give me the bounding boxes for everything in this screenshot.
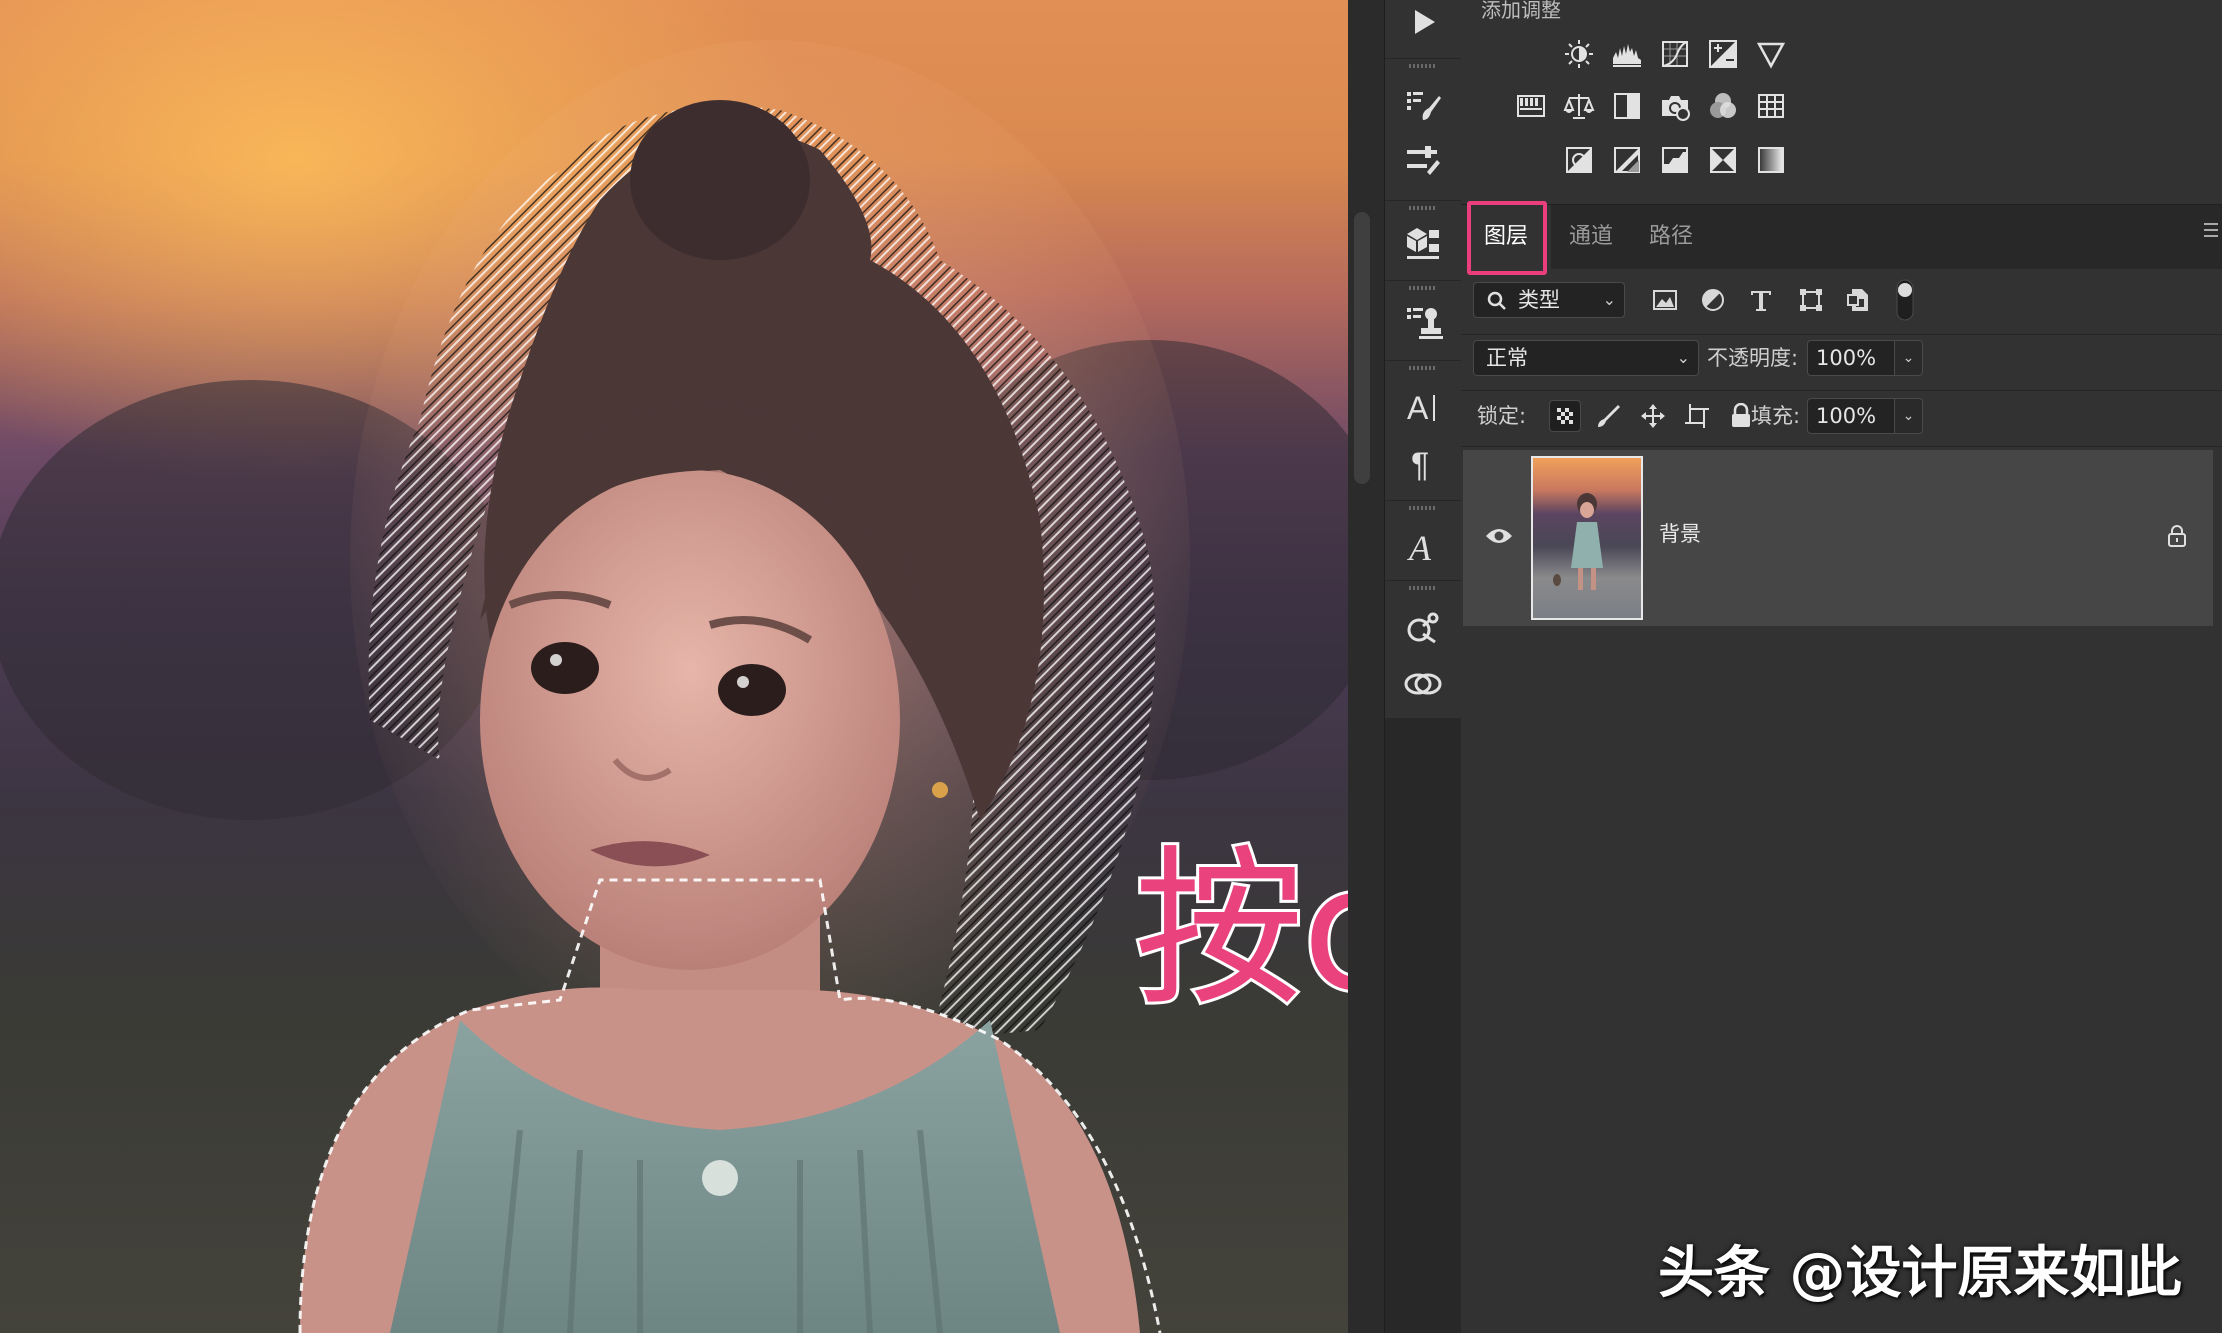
brush-settings-icon[interactable] xyxy=(1401,84,1445,128)
opacity-input[interactable]: 100% xyxy=(1807,340,1895,376)
brightness-contrast-icon[interactable] xyxy=(1561,36,1597,72)
panel-icon-bar: A ¶ A xyxy=(1384,0,1462,718)
libraries-icon[interactable] xyxy=(1401,662,1445,706)
lock-label: 锁定: xyxy=(1477,404,1527,428)
type-layer-filter-icon[interactable] xyxy=(1745,284,1777,316)
threshold-icon[interactable] xyxy=(1657,142,1693,178)
search-icon xyxy=(1486,284,1508,322)
play-icon[interactable] xyxy=(1401,0,1445,44)
posterize-icon[interactable] xyxy=(1609,142,1645,178)
chevron-down-icon: ⌄ xyxy=(1602,290,1616,309)
adjustments-title: 添加调整 xyxy=(1481,0,1561,22)
selective-color-icon[interactable] xyxy=(1705,142,1741,178)
color-lookup-icon[interactable] xyxy=(1753,88,1789,124)
right-panels: 添加调整 图层 通道 路径 类型 ⌄ 正常 ⌄ 不透明度: 100% ⌄ 锁定:… xyxy=(1461,0,2222,1333)
layer-filter-dropdown[interactable]: 类型 ⌄ xyxy=(1473,282,1625,318)
panel-menu-icon[interactable] xyxy=(2204,223,2218,239)
filter-toggle-switch[interactable] xyxy=(1893,278,1917,322)
layers-panel-tabs: 图层 通道 路径 xyxy=(1461,201,2222,275)
layer-thumbnail[interactable] xyxy=(1531,456,1643,620)
fill-label: 填充: xyxy=(1751,404,1801,428)
invert-icon[interactable] xyxy=(1561,142,1597,178)
tab-channels[interactable]: 通道 xyxy=(1551,205,1631,269)
pixel-layer-filter-icon[interactable] xyxy=(1649,284,1681,316)
document-canvas[interactable]: 按ctrl+J xyxy=(0,0,1348,1333)
vibrance-icon[interactable] xyxy=(1753,36,1789,72)
svg-text:A: A xyxy=(1407,528,1432,566)
character-icon[interactable]: A xyxy=(1401,385,1445,429)
photo-filter-icon[interactable] xyxy=(1657,88,1693,124)
chevron-down-icon: ⌄ xyxy=(1676,348,1690,367)
black-white-icon[interactable] xyxy=(1609,88,1645,124)
glyphs-icon[interactable]: A xyxy=(1401,524,1445,568)
shape-layer-filter-icon[interactable] xyxy=(1795,284,1827,316)
layer-lock-icon[interactable] xyxy=(2163,522,2191,550)
lock-image-pixels-icon[interactable] xyxy=(1593,400,1625,432)
blend-mode-dropdown[interactable]: 正常 ⌄ xyxy=(1473,340,1699,376)
watermark-text: 头条 @设计原来如此 xyxy=(1658,1241,2182,1306)
fill-input[interactable]: 100% xyxy=(1807,398,1895,434)
lock-artboard-icon[interactable] xyxy=(1681,400,1713,432)
svg-text:¶: ¶ xyxy=(1411,446,1429,482)
curves-icon[interactable] xyxy=(1657,36,1693,72)
levels-icon[interactable] xyxy=(1609,36,1645,72)
opacity-label: 不透明度: xyxy=(1707,346,1799,370)
gradient-map-icon[interactable] xyxy=(1753,142,1789,178)
smart-object-filter-icon[interactable] xyxy=(1843,284,1875,316)
tab-highlight-box xyxy=(1467,201,1547,275)
opacity-chevron-icon[interactable]: ⌄ xyxy=(1895,340,1923,376)
instruction-annotation: 按ctrl+J xyxy=(1131,831,1348,1029)
lock-position-icon[interactable] xyxy=(1637,400,1669,432)
3d-icon[interactable] xyxy=(1401,220,1445,264)
fill-chevron-icon[interactable]: ⌄ xyxy=(1895,398,1923,434)
scrollbar-thumb[interactable] xyxy=(1354,212,1370,484)
adjustment-layer-filter-icon[interactable] xyxy=(1697,284,1729,316)
paragraph-icon[interactable]: ¶ xyxy=(1401,440,1445,484)
filter-kind-label: 类型 xyxy=(1518,288,1560,312)
photo-girl xyxy=(0,40,1348,1333)
clone-source-icon[interactable] xyxy=(1401,300,1445,344)
lock-transparent-pixels-icon[interactable] xyxy=(1549,400,1581,432)
channel-mixer-icon[interactable] xyxy=(1705,88,1741,124)
eye-icon[interactable] xyxy=(1483,520,1515,552)
exposure-icon[interactable] xyxy=(1705,36,1741,72)
svg-text:A: A xyxy=(1407,390,1429,426)
blend-mode-value: 正常 xyxy=(1486,346,1528,370)
tool-presets-icon[interactable] xyxy=(1401,140,1445,184)
tab-paths[interactable]: 路径 xyxy=(1631,205,1711,269)
hue-saturation-icon[interactable] xyxy=(1513,88,1549,124)
canvas-scrollbar[interactable] xyxy=(1348,0,1385,1333)
color-balance-icon[interactable] xyxy=(1561,88,1597,124)
layer-row[interactable]: 背景 xyxy=(1463,450,2213,626)
properties-icon[interactable] xyxy=(1401,606,1445,650)
layer-name[interactable]: 背景 xyxy=(1659,518,1701,548)
